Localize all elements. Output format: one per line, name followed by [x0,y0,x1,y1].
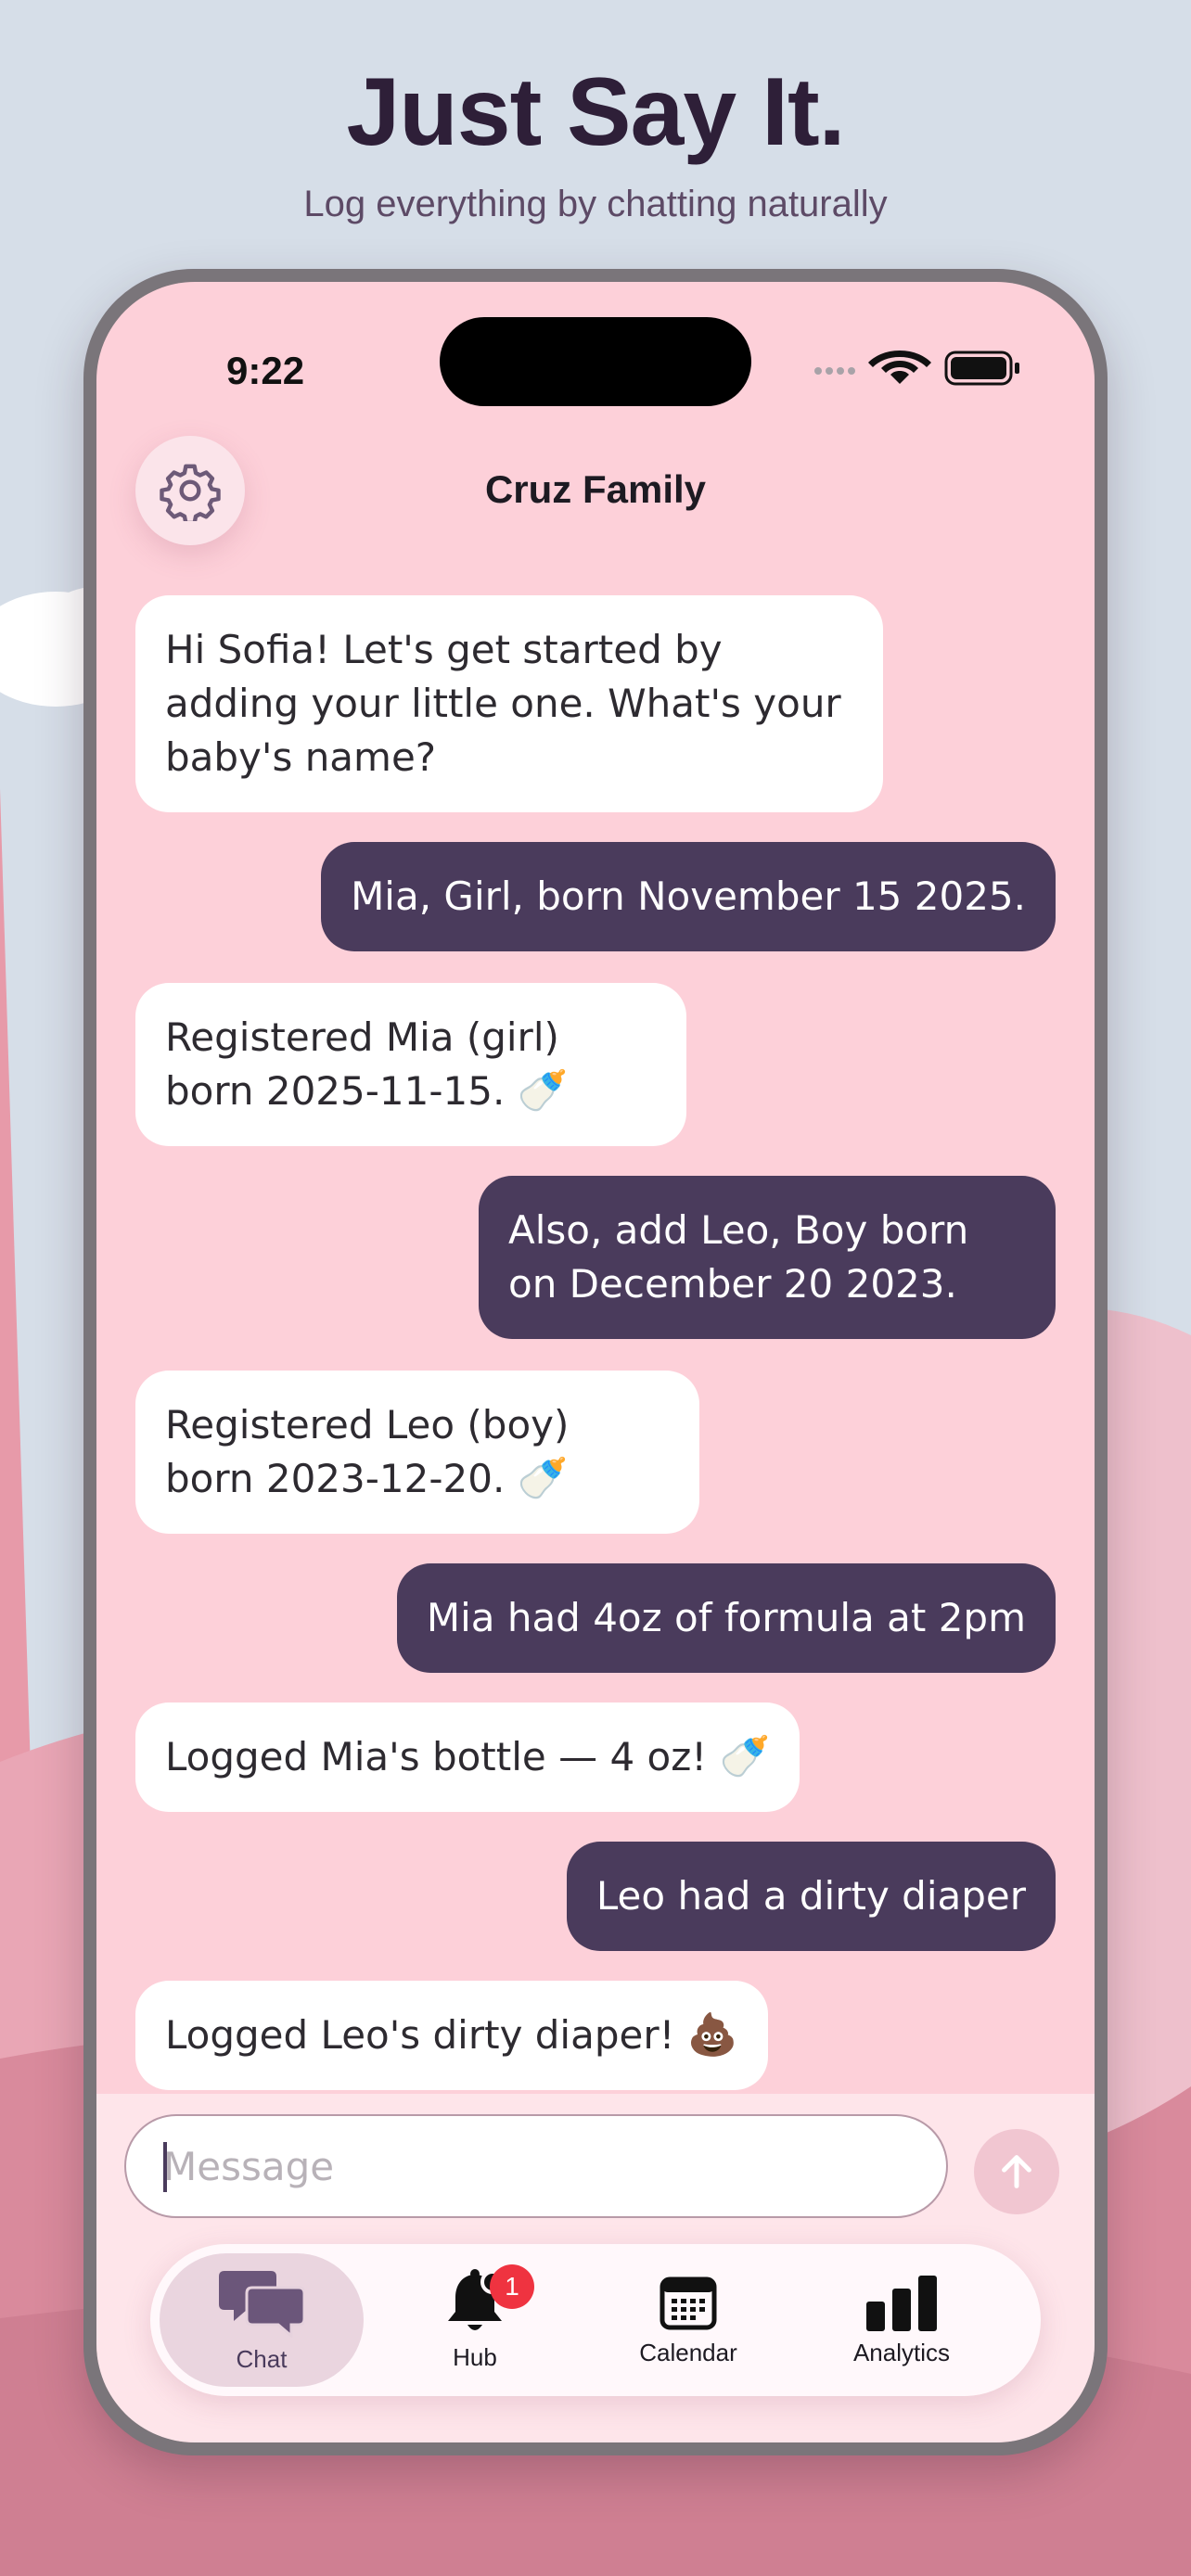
message-text: Registered Leo (boy) born 2023-12-20. [165,1402,570,1501]
message-input[interactable] [124,2114,948,2218]
message-text: Registered Mia (girl) born 2025-11-15. [165,1014,559,1114]
message-user: Mia had 4oz of formula at 2pm [396,1563,1056,1673]
chat-bubbles-icon [219,2270,304,2338]
cellular-signal-icon [814,367,855,375]
status-time: 9:22 [226,349,305,392]
message-bot: Registered Mia (girl) born 2025-11-15. 🍼 [135,983,686,1146]
status-icons [814,351,1019,386]
chat-title: Cruz Family [484,467,707,511]
calendar-icon [660,2276,717,2329]
tab-label: Hub [453,2342,497,2371]
phone-frame: 9:22 Cruz Family Hi Sofia! Let's get sta… [83,269,1108,2455]
arrow-up-icon [1002,2155,1031,2188]
tab-label: Analytics [852,2338,951,2366]
message-text: Mia, Girl, born November 15 2025. [351,874,1026,919]
message-list[interactable]: Hi Sofia! Let's get started by adding yo… [96,595,1095,2107]
phone-screen: 9:22 Cruz Family Hi Sofia! Let's get sta… [96,282,1095,2442]
message-bot: Logged Leo's dirty diaper! 💩 [135,1981,768,2090]
poop-icon: 💩 [686,2011,738,2059]
message-text: Hi Sofia! Let's get started by adding yo… [165,627,841,780]
tab-analytics[interactable]: Analytics [800,2253,1004,2387]
tab-chat[interactable]: Chat [160,2253,364,2387]
message-text: Mia had 4oz of formula at 2pm [426,1595,1026,1640]
message-user: Leo had a dirty diaper [566,1842,1056,1951]
message-user: Also, add Leo, Boy born on December 20 2… [479,1176,1056,1339]
bar-chart-icon [866,2275,937,2331]
message-text: Leo had a dirty diaper [596,1873,1026,1919]
baby-bottle-icon: 🍼 [517,1067,569,1115]
tab-label: Chat [236,2344,288,2373]
dynamic-island [440,317,751,406]
send-button[interactable] [974,2129,1059,2214]
message-text: Logged Leo's dirty diaper! [165,2012,675,2058]
battery-icon [944,351,1019,386]
message-bot: Hi Sofia! Let's get started by adding yo… [135,595,883,812]
promo-headline: Just Say It. [346,58,845,166]
promo-subheadline: Log everything by chatting naturally [303,184,888,224]
tab-label: Calendar [639,2338,737,2366]
message-bot: Registered Leo (boy) born 2023-12-20. 🍼 [135,1371,699,1534]
message-bot: Logged Mia's bottle — 4 oz! 🍼 [135,1702,800,1812]
tab-hub[interactable]: Hub 1 [373,2253,577,2387]
message-text: Also, add Leo, Boy born on December 20 2… [508,1207,969,1307]
composer: Chat Hub 1 [96,2094,1095,2442]
tab-bar: Chat Hub 1 Calendar Analytics [150,2244,1041,2396]
text-caret [163,2142,167,2192]
tab-calendar[interactable]: Calendar [586,2253,790,2387]
message-user: Mia, Girl, born November 15 2025. [321,842,1056,951]
message-text: Logged Mia's bottle — 4 oz! [165,1734,708,1779]
baby-bottle-icon: 🍼 [719,1733,771,1780]
wifi-icon [868,351,931,384]
baby-bottle-icon: 🍼 [517,1455,569,1502]
notification-badge: 1 [490,2264,534,2309]
